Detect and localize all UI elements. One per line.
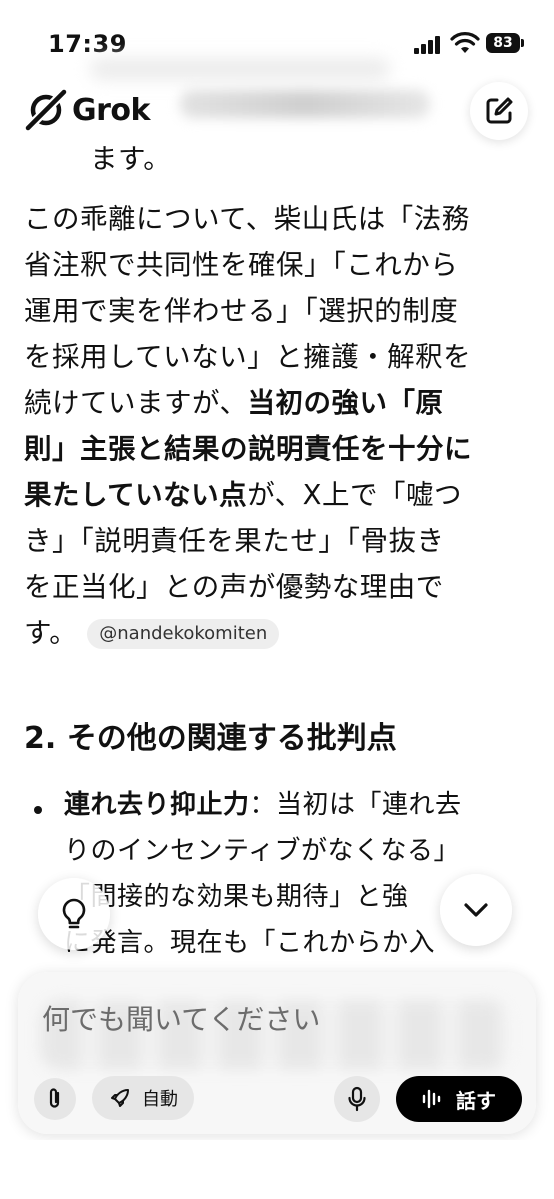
grok-logo-icon: [25, 88, 68, 131]
signal-icon: [414, 36, 442, 54]
text-line: 運用で実を伴わせる」「選択的制度: [24, 295, 459, 327]
grok-logo: Grok: [24, 88, 150, 132]
text-line: 「間接的な効果も期待」と強: [64, 882, 409, 912]
microphone-icon: [348, 1086, 366, 1112]
scroll-to-bottom-button[interactable]: [440, 874, 512, 946]
text-line: 省注釈で共同性を確保」「これから: [24, 249, 459, 281]
bullet-dot: [34, 806, 42, 814]
text-line: き」「説明責任を果たせ」「骨抜き: [24, 525, 445, 557]
text-line: ます。: [90, 143, 172, 175]
bold-text-segment: 当初の強い「原: [247, 387, 444, 419]
talk-button[interactable]: 話す: [396, 1076, 522, 1122]
section-heading: 2. その他の関連する批判点: [24, 721, 397, 756]
talk-label: 話す: [456, 1088, 496, 1113]
text-line: りのインセンティブがなくなる」: [64, 836, 460, 866]
text-segment: ：当初は「連れ去: [249, 790, 462, 820]
wifi-icon: [450, 32, 480, 53]
mode-selector[interactable]: 自動: [92, 1076, 194, 1120]
text-line: を正当化」との声が優勢な理由で: [24, 571, 444, 603]
mode-label: 自動: [142, 1089, 178, 1110]
attach-button[interactable]: [34, 1078, 76, 1120]
citation-chip[interactable]: @nandekokomiten: [87, 619, 280, 649]
text-segment: す。: [24, 617, 78, 649]
lightbulb-icon: [62, 898, 86, 929]
text-segment: 続けていますが、: [24, 387, 248, 419]
bold-text-segment: 則」主張と結果の説明責任を十分に: [24, 433, 472, 465]
text-line: に発言。現在も「これからか入: [64, 928, 436, 958]
text-segment: が、X上で「嘘つ: [247, 479, 462, 511]
paperclip-icon: [49, 1088, 60, 1108]
bottom-safe-area: [0, 1140, 554, 1199]
text-line: 則」主張と結果の説明責任を十分に: [24, 426, 524, 472]
text-line: 果たしていない点が、X上で「嘘つ: [24, 472, 524, 518]
app-name: Grok: [72, 92, 150, 128]
response-text: ます。 この乖離について、柴山氏は「法務 省注釈で共同性を確保」「これから 運用…: [24, 136, 524, 656]
bullet-item: 連れ去り抑止力：当初は「連れ去 りのインセンティブがなくなる」 「間接的な効果も…: [64, 782, 462, 966]
text-line: この乖離について、柴山氏は「法務: [24, 203, 470, 235]
blurred-scrolled-content: [90, 58, 390, 80]
bold-text-segment: 果たしていない点: [24, 479, 248, 511]
text-line: 続けていますが、当初の強い「原: [24, 380, 524, 426]
rocket-icon: [111, 1089, 129, 1107]
waveform-icon: [422, 1089, 441, 1109]
chevron-down-icon: [464, 903, 488, 917]
text-line: を採用していない」と擁護・解釈を: [24, 341, 472, 373]
voice-input-button[interactable]: [334, 1076, 380, 1122]
blurred-scrolled-line: [180, 90, 430, 118]
status-time: 17:39: [48, 30, 127, 58]
new-chat-button[interactable]: [470, 82, 528, 140]
prompt-input[interactable]: [40, 996, 504, 1042]
text-line: 連れ去り抑止力：当初は「連れ去: [64, 782, 462, 828]
new-chat-icon: [486, 97, 513, 124]
battery-cap: [521, 39, 524, 47]
text-line: す。 @nandekokomiten: [24, 610, 524, 656]
suggestions-button[interactable]: [38, 878, 110, 950]
battery-icon: 83: [486, 33, 520, 53]
bold-text-segment: 連れ去り抑止力: [64, 790, 250, 820]
